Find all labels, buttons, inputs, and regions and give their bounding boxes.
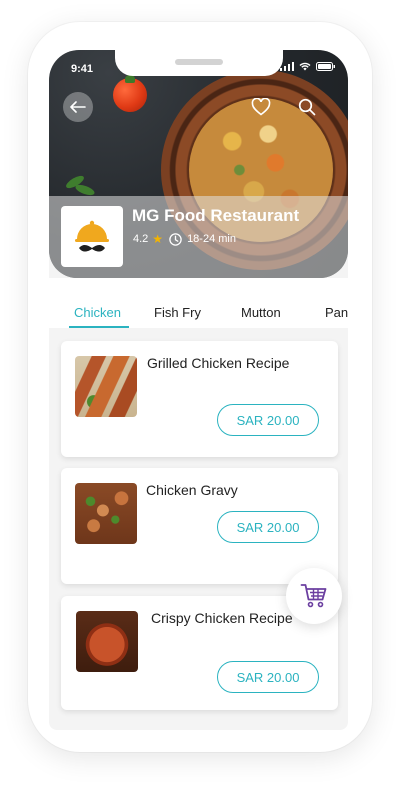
dish-name: Crispy Chicken Recipe <box>151 610 293 626</box>
favorite-button[interactable] <box>248 94 274 120</box>
status-time: 9:41 <box>71 63 94 75</box>
heart-icon <box>251 98 271 116</box>
restaurant-meta: 4.2 ★ 18-24 min <box>133 232 236 246</box>
hero-banner: 9:41 MG Food Restaurant 4.2 ★ 18-24 min <box>49 50 348 278</box>
dish-card[interactable]: Grilled Chicken Recipe SAR 20.00 <box>61 341 338 457</box>
category-tabs: Chicken Fish Fry Mutton Pan <box>49 278 348 328</box>
signal-icon <box>280 62 294 71</box>
device-speaker <box>175 59 223 65</box>
dish-image <box>76 611 138 672</box>
battery-icon <box>316 62 335 71</box>
dish-price-button[interactable]: SAR 20.00 <box>217 404 319 436</box>
dish-image <box>75 356 137 417</box>
tomato-decoration <box>113 75 147 112</box>
dish-price-button[interactable]: SAR 20.00 <box>217 511 319 543</box>
cart-button[interactable] <box>286 568 342 624</box>
tab-fish-fry[interactable]: Fish Fry <box>154 305 201 320</box>
star-icon: ★ <box>152 232 164 246</box>
status-icons <box>280 62 336 71</box>
active-tab-indicator <box>69 326 129 328</box>
dish-image <box>75 483 137 544</box>
dish-price-button[interactable]: SAR 20.00 <box>217 661 319 693</box>
tab-chicken[interactable]: Chicken <box>74 305 121 320</box>
app-screen: 9:41 MG Food Restaurant 4.2 ★ 18-24 min … <box>49 50 348 730</box>
restaurant-rating: 4.2 <box>133 233 149 245</box>
restaurant-name: MG Food Restaurant <box>132 206 300 225</box>
back-button[interactable] <box>63 92 93 122</box>
dish-card[interactable]: Chicken Gravy SAR 20.00 <box>61 468 338 584</box>
wifi-icon <box>299 62 311 71</box>
search-button[interactable] <box>294 94 320 120</box>
cart-icon <box>300 584 327 608</box>
arrow-left-icon <box>70 101 86 113</box>
search-icon <box>298 98 316 116</box>
delivery-time: 18-24 min <box>187 233 236 245</box>
tab-mutton[interactable]: Mutton <box>241 305 281 320</box>
clock-icon <box>169 232 182 246</box>
restaurant-logo <box>61 206 123 267</box>
dish-name: Chicken Gravy <box>146 482 238 498</box>
chef-cloche-logo-icon <box>75 220 109 252</box>
tab-pan[interactable]: Pan <box>325 305 348 320</box>
dish-name: Grilled Chicken Recipe <box>147 355 290 371</box>
